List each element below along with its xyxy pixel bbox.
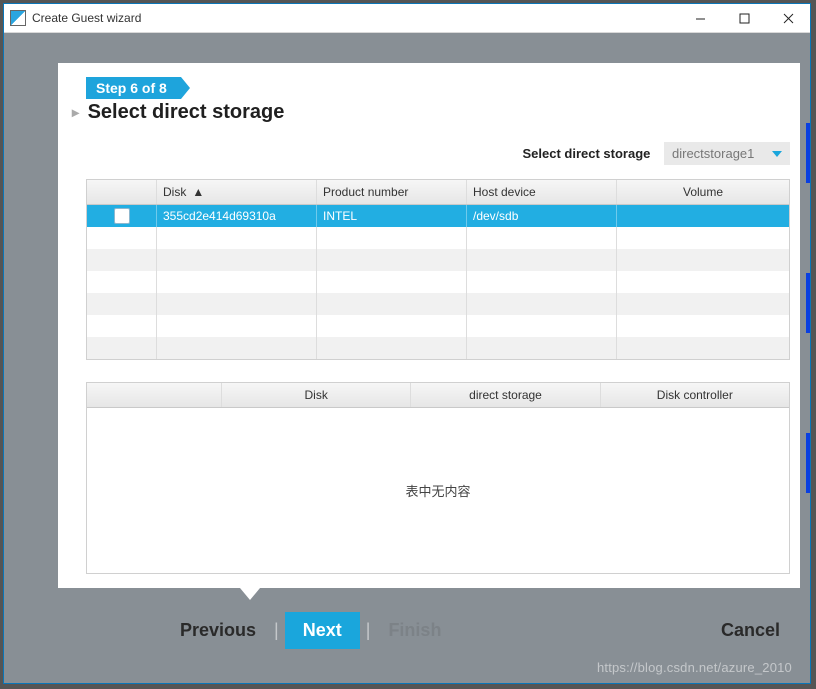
storage-selector-row: Select direct storage directstorage1 xyxy=(86,142,790,165)
title-marker-icon: ▸ xyxy=(72,104,80,121)
col-checkbox[interactable] xyxy=(87,180,157,204)
cell-product: INTEL xyxy=(317,205,467,227)
minimize-button[interactable] xyxy=(678,4,722,32)
table-row[interactable]: 355cd2e414d69310a INTEL /dev/sdb xyxy=(87,205,789,227)
cancel-button[interactable]: Cancel xyxy=(709,614,792,647)
modal-overlay: Step 6 of 8 ▸ Select direct storage Sele… xyxy=(4,33,810,683)
title-bar: Create Guest wizard xyxy=(4,4,810,33)
cell-volume xyxy=(617,205,789,227)
chevron-down-icon xyxy=(772,151,782,157)
empty-state-text: 表中无内容 xyxy=(405,481,470,500)
col-storage[interactable]: direct storage xyxy=(411,383,600,407)
cell-disk: 355cd2e414d69310a xyxy=(157,205,317,227)
col-disk-label: Disk xyxy=(304,388,327,402)
col-host-label: Host device xyxy=(473,185,536,199)
page-title-text: Select direct storage xyxy=(88,101,285,123)
sort-asc-icon: ▲ xyxy=(192,185,204,199)
col-storage-label: direct storage xyxy=(469,388,542,402)
separator: | xyxy=(360,620,377,641)
cell-host: /dev/sdb xyxy=(467,205,617,227)
page-title: ▸ Select direct storage xyxy=(86,101,790,124)
col-product[interactable]: Product number xyxy=(317,180,467,204)
col-volume-label: Volume xyxy=(683,185,723,199)
step-badge: Step 6 of 8 xyxy=(86,77,181,99)
storage-selector-dropdown[interactable]: directstorage1 xyxy=(664,142,790,165)
col-controller[interactable]: Disk controller xyxy=(601,383,789,407)
maximize-button[interactable] xyxy=(722,4,766,32)
window-title: Create Guest wizard xyxy=(32,11,678,25)
col-product-label: Product number xyxy=(323,185,408,199)
row-checkbox[interactable] xyxy=(114,208,130,224)
table-row[interactable] xyxy=(87,249,789,271)
window-frame: Create Guest wizard Step 6 of 8 ▸ Select… xyxy=(3,3,811,684)
wizard-panel: Step 6 of 8 ▸ Select direct storage Sele… xyxy=(58,63,800,588)
finish-button: Finish xyxy=(376,614,453,647)
next-button[interactable]: Next xyxy=(285,612,360,649)
col-host[interactable]: Host device xyxy=(467,180,617,204)
col-controller-label: Disk controller xyxy=(657,388,733,402)
table-body: 355cd2e414d69310a INTEL /dev/sdb xyxy=(87,205,789,359)
separator: | xyxy=(268,620,285,641)
storage-selector-label: Select direct storage xyxy=(522,146,650,161)
table-header: Disk direct storage Disk controller xyxy=(87,383,789,408)
assigned-disks-table: Disk direct storage Disk controller 表中无内… xyxy=(86,382,790,574)
backdrop-stripe xyxy=(806,433,810,493)
backdrop-stripe xyxy=(806,273,810,333)
table-row[interactable] xyxy=(87,271,789,293)
col-blank[interactable] xyxy=(87,383,222,407)
app-icon xyxy=(10,10,26,26)
table-row[interactable] xyxy=(87,293,789,315)
wizard-footer: Previous | Next | Finish Cancel xyxy=(58,612,792,649)
col-volume[interactable]: Volume xyxy=(617,180,789,204)
close-button[interactable] xyxy=(766,4,810,32)
table-row[interactable] xyxy=(87,337,789,359)
previous-button[interactable]: Previous xyxy=(168,614,268,647)
empty-state: 表中无内容 xyxy=(87,408,789,573)
storage-selector-value: directstorage1 xyxy=(672,146,754,161)
table-row[interactable] xyxy=(87,227,789,249)
col-disk-label: Disk xyxy=(163,185,186,199)
table-row[interactable] xyxy=(87,315,789,337)
window-controls xyxy=(678,4,810,32)
table-header: Disk ▲ Product number Host device Volume xyxy=(87,180,789,205)
watermark: https://blog.csdn.net/azure_2010 xyxy=(597,660,792,675)
backdrop-stripe xyxy=(806,123,810,183)
col-disk[interactable]: Disk xyxy=(222,383,411,407)
available-disks-table: Disk ▲ Product number Host device Volume… xyxy=(86,179,790,360)
speech-pointer-icon xyxy=(240,588,260,600)
col-disk[interactable]: Disk ▲ xyxy=(157,180,317,204)
